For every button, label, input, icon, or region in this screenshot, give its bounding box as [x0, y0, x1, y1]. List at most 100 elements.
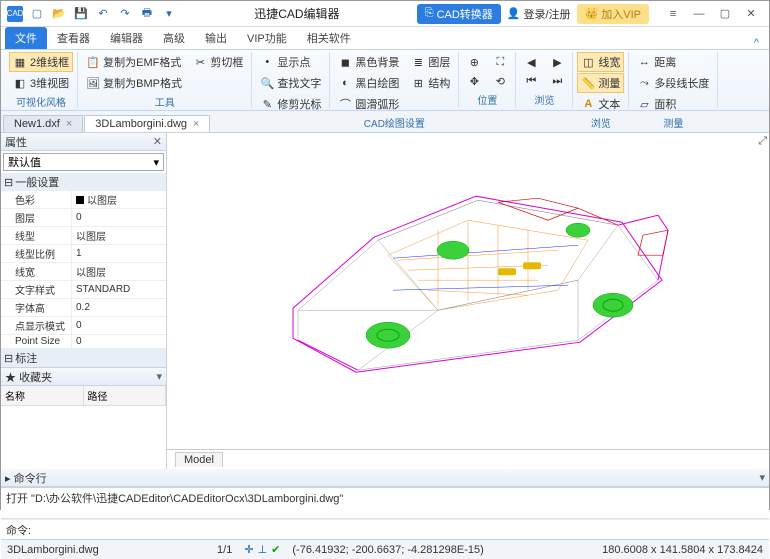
arc-button[interactable]: ⌒圆滑弧形 — [334, 94, 403, 114]
layer-button[interactable]: ≣图层 — [407, 52, 454, 72]
group-measure-label: 测量 — [633, 114, 713, 131]
linewidth-button[interactable]: ◫线宽 — [577, 52, 624, 72]
model-tab[interactable]: Model — [175, 452, 223, 467]
pos-btn-4[interactable]: ⟲ — [489, 72, 511, 90]
area-button[interactable]: ▱面积 — [633, 94, 680, 114]
doc-tab-0-close-icon[interactable]: × — [66, 118, 72, 130]
repair-cursor-button[interactable]: ✎修剪光标 — [256, 94, 325, 114]
qat-more-icon[interactable]: ▾ — [161, 6, 177, 22]
pin-icon[interactable]: ✕ — [153, 135, 162, 148]
save-icon[interactable]: 💾 — [73, 6, 89, 22]
ribbon-tab-vip[interactable]: VIP功能 — [237, 27, 297, 49]
canvas[interactable]: ⤢ — [167, 133, 769, 449]
prop-row[interactable]: 线宽以图层 — [1, 263, 166, 281]
ribbon-group-display: •显示点 🔍查找文字 ✎修剪光标 — [252, 52, 330, 108]
prop-cat-general-label: 一般设置 — [15, 174, 59, 190]
group-position-label: 位置 — [463, 91, 511, 108]
pos-btn-2[interactable]: ⛶ — [489, 53, 511, 71]
expand-icon[interactable]: ⤢ — [758, 135, 767, 148]
ribbon-tab-viewer[interactable]: 查看器 — [47, 27, 100, 49]
print-icon[interactable]: 🖶 — [139, 6, 155, 22]
new-icon[interactable]: ▢ — [29, 6, 45, 22]
copy-emf-button[interactable]: 📋复制为EMF格式 — [82, 52, 185, 72]
status-grid-icon[interactable]: ✔ — [271, 543, 280, 556]
group-browse2-label: 浏览 — [577, 114, 624, 131]
text-button[interactable]: A文本 — [577, 94, 624, 114]
pos-btn-3[interactable]: ✥ — [463, 72, 485, 90]
prop-row[interactable]: 点显示模式0 — [1, 317, 166, 335]
vip-button[interactable]: 👑 加入VIP — [577, 4, 649, 24]
ribbon-tab-file[interactable]: 文件 — [5, 27, 47, 49]
prop-row[interactable]: 线型以图层 — [1, 227, 166, 245]
prop-value[interactable]: 1 — [71, 245, 166, 262]
command-input[interactable] — [35, 524, 764, 536]
properties-combo[interactable]: 默认值▾ — [3, 153, 164, 171]
fav-col-path[interactable]: 路径 — [84, 386, 167, 405]
nav-prev-button[interactable]: ◀ — [520, 53, 542, 71]
nav-next-button[interactable]: ▶ — [546, 53, 568, 71]
app-icon: CAD — [7, 6, 23, 22]
close-icon[interactable]: ✕ — [739, 5, 763, 23]
ribbon-tab-advanced[interactable]: 高级 — [153, 27, 195, 49]
show-pt-button[interactable]: •显示点 — [256, 52, 314, 72]
command-panel: 打开 "D:\办公软件\迅捷CADEditor\CADEditorOcx\3DL… — [1, 487, 769, 539]
view3d-button[interactable]: ◧3维视图 — [9, 73, 73, 93]
login-button[interactable]: 👤 登录/注册 — [507, 6, 571, 22]
fav-col-name[interactable]: 名称 — [1, 386, 84, 405]
settings-icon[interactable]: ≡ — [661, 5, 685, 23]
viewport: ⤢ — [167, 133, 769, 469]
ribbon-tab-related[interactable]: 相关软件 — [297, 27, 361, 49]
bw-draw-button[interactable]: ◐黑白绘图 — [334, 73, 403, 93]
nav-first-button[interactable]: ⏮ — [520, 72, 542, 90]
black-bg-button[interactable]: ◼黑色背景 — [334, 52, 403, 72]
prop-value[interactable]: 0 — [71, 209, 166, 226]
struct-button[interactable]: ⊞结构 — [407, 73, 454, 93]
cut-button[interactable]: ✂剪切框 — [189, 52, 247, 72]
multiline-button[interactable]: ⤳多段线长度 — [633, 73, 713, 93]
search-icon: 🔍 — [260, 76, 274, 90]
doc-tab-1-close-icon[interactable]: × — [193, 118, 199, 130]
maximize-icon[interactable]: ▢ — [713, 5, 737, 23]
prop-row[interactable]: 线型比例1 — [1, 245, 166, 263]
prop-value[interactable]: 0.2 — [71, 299, 166, 316]
pos-btn-1[interactable]: ⊕ — [463, 53, 485, 71]
ribbon-group-measure: ↔距离 ⤳多段线长度 ▱面积 测量 — [629, 52, 718, 108]
prop-row[interactable]: Point Size0 — [1, 335, 166, 349]
prop-value[interactable]: 以图层 — [71, 263, 166, 280]
ribbon-collapse-icon[interactable]: ^ — [748, 37, 765, 49]
find-text-button[interactable]: 🔍查找文字 — [256, 73, 325, 93]
ribbon-tab-editor[interactable]: 编辑器 — [100, 27, 153, 49]
properties-combo-value: 默认值 — [8, 154, 41, 170]
doc-tab-1[interactable]: 3DLamborgini.dwg× — [84, 115, 210, 132]
undo-icon[interactable]: ↶ — [95, 6, 111, 22]
cmd-pin-icon[interactable]: ▾ — [759, 471, 765, 484]
ribbon-tab-output[interactable]: 输出 — [195, 27, 237, 49]
copy-bmp-button[interactable]: 🖼复制为BMP格式 — [82, 73, 186, 93]
cad-converter-button[interactable]: ⎘ CAD转换器 — [417, 4, 501, 24]
group-cad-settings-label: CAD绘图设置 — [334, 114, 454, 131]
prop-value[interactable]: 0 — [71, 335, 166, 348]
distance-button[interactable]: ↔距离 — [633, 52, 680, 72]
wire2d-button[interactable]: ▦2维线框 — [9, 52, 73, 72]
open-icon[interactable]: 📂 — [51, 6, 67, 22]
prop-value[interactable]: STANDARD — [71, 281, 166, 298]
status-tool-icon[interactable]: ✛ — [244, 543, 253, 556]
fav-pin-icon[interactable]: ▾ — [156, 370, 162, 383]
prop-cat-marker[interactable]: ⊟ 标注 — [1, 349, 166, 367]
redo-icon[interactable]: ↷ — [117, 6, 133, 22]
nav-last-button[interactable]: ⏭ — [546, 72, 568, 90]
prop-row[interactable]: 色彩以图层 — [1, 191, 166, 209]
prop-cat-general[interactable]: ⊟ 一般设置 — [1, 173, 166, 191]
status-snap-icon[interactable]: ⊥ — [258, 543, 268, 556]
prop-value[interactable]: 0 — [71, 317, 166, 334]
prop-row[interactable]: 文字样式STANDARD — [1, 281, 166, 299]
prop-value[interactable]: 以图层 — [71, 227, 166, 244]
window-controls: ≡ — ▢ ✕ — [661, 5, 763, 23]
minimize-icon[interactable]: — — [687, 5, 711, 23]
doc-tab-0[interactable]: New1.dxf× — [3, 115, 83, 132]
prop-key: 线型 — [1, 227, 71, 244]
measure-button[interactable]: 📏测量 — [577, 73, 624, 93]
prop-row[interactable]: 图层0 — [1, 209, 166, 227]
prop-value[interactable]: 以图层 — [71, 191, 166, 208]
prop-row[interactable]: 字体高0.2 — [1, 299, 166, 317]
